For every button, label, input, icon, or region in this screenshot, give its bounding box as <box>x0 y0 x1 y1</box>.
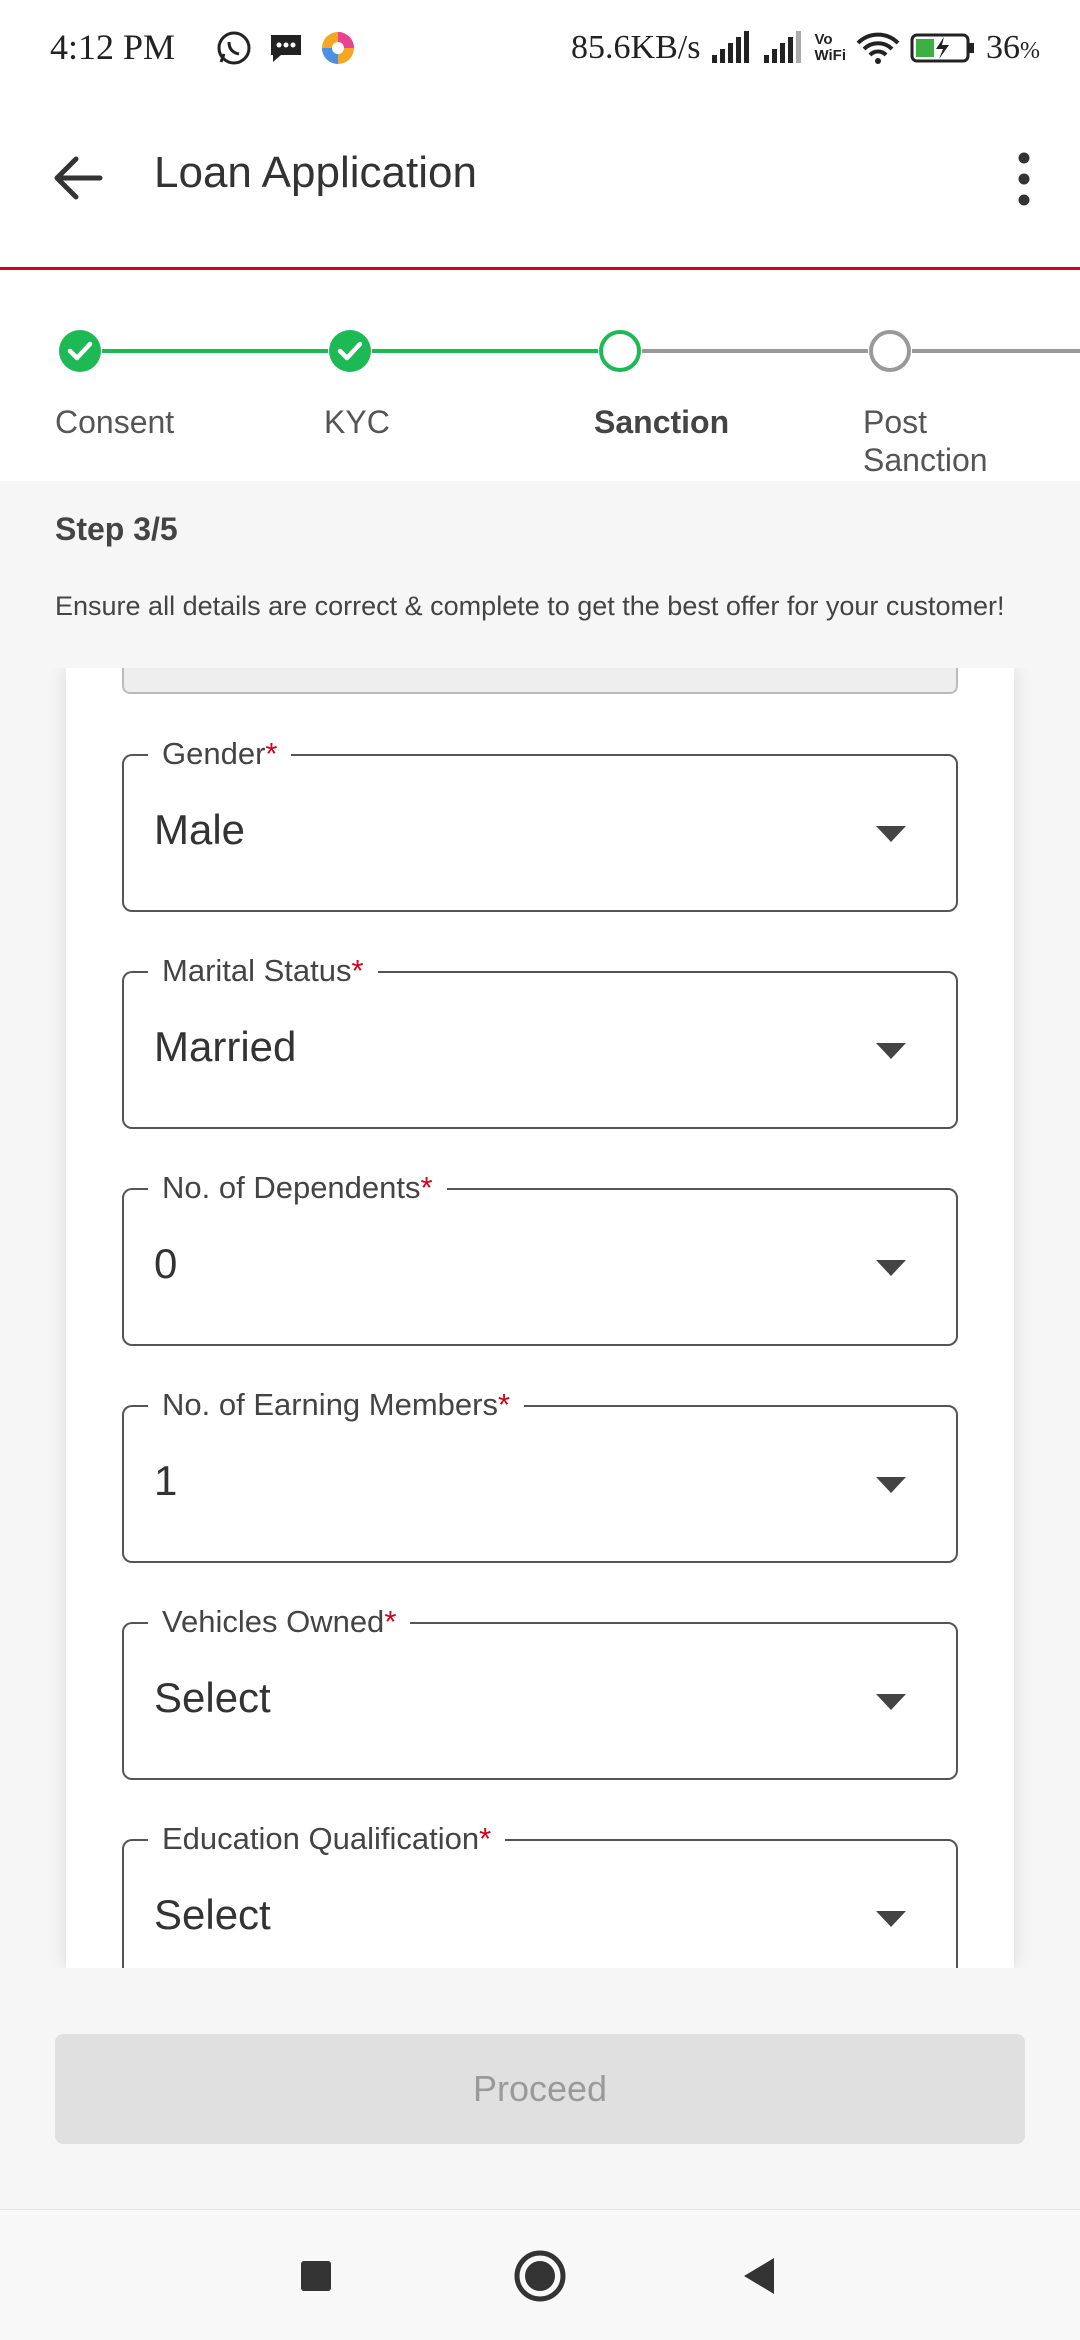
chevron-down-icon <box>876 1477 906 1493</box>
step-connector-completed <box>372 349 598 353</box>
step-label-post-sanction: Post Sanction <box>863 404 988 478</box>
app-bar: Loan Application <box>0 96 1080 270</box>
notification-icons <box>215 30 357 70</box>
back-arrow-icon <box>54 156 103 200</box>
marital-status-dropdown[interactable]: Marital Status* Married <box>122 949 958 1129</box>
earning-members-label: No. of Earning Members* <box>148 1383 525 1427</box>
education-label: Education Qualification* <box>148 1817 506 1861</box>
education-value: Select <box>154 1891 271 1938</box>
chevron-down-icon <box>876 1043 906 1059</box>
recents-button[interactable] <box>286 2246 346 2306</box>
step-kyc-check-icon <box>328 329 372 373</box>
home-button[interactable] <box>510 2246 570 2306</box>
chevron-down-icon <box>876 1694 906 1710</box>
wifi-icon <box>856 31 900 65</box>
circle-icon <box>514 2250 566 2302</box>
browser-icon <box>319 29 357 72</box>
square-icon <box>301 2261 331 2291</box>
vehicles-owned-label: Vehicles Owned* <box>148 1600 411 1644</box>
step-label-kyc: KYC <box>324 404 390 440</box>
form-scroll-area[interactable]: Gender* Male Marital Status* Married No.… <box>0 668 1080 1968</box>
vowifi-icon: Vo WiFi <box>814 31 846 64</box>
progress-stepper: Consent KYC Sanction Post Sanction <box>0 273 1080 481</box>
vehicles-owned-value: Select <box>154 1674 271 1721</box>
step-count: Step 3/5 <box>55 511 178 547</box>
chevron-down-icon <box>876 826 906 842</box>
earning-members-value: 1 <box>154 1457 178 1504</box>
step-info-panel: Step 3/5 Ensure all details are correct … <box>0 481 1080 668</box>
more-options-button[interactable] <box>994 144 1054 214</box>
gender-value: Male <box>154 806 246 853</box>
back-nav-button[interactable] <box>730 2246 790 2306</box>
chevron-down-icon <box>876 1260 906 1276</box>
system-nav-bar <box>0 2210 1080 2340</box>
battery-percent: 36% <box>986 29 1040 66</box>
marital-status-label: Marital Status* <box>148 949 378 993</box>
step-connector-pending <box>642 349 868 353</box>
network-speed: 85.6KB/s <box>571 29 701 66</box>
education-dropdown[interactable]: Education Qualification* Select <box>122 1817 958 1968</box>
signal-2-icon <box>762 31 804 65</box>
gender-dropdown[interactable]: Gender* Male <box>122 732 958 912</box>
step-connector-completed <box>102 349 328 353</box>
vehicles-owned-dropdown[interactable]: Vehicles Owned* Select <box>122 1600 958 1780</box>
step-description: Ensure all details are correct & complet… <box>55 591 1005 621</box>
form-card: Gender* Male Marital Status* Married No.… <box>66 668 1014 1968</box>
battery-icon <box>910 31 976 65</box>
chevron-down-icon <box>876 1911 906 1927</box>
step-label-consent: Consent <box>55 404 175 440</box>
signal-1-icon <box>710 31 752 65</box>
status-right-group: 85.6KB/s Vo WiFi 36% <box>571 26 1040 70</box>
status-time: 4:12 PM <box>50 27 176 67</box>
step-consent-check-icon <box>58 329 102 373</box>
messages-icon <box>267 29 305 72</box>
triangle-back-icon <box>744 2258 774 2294</box>
step-sanction-active-icon <box>598 329 642 373</box>
bottom-action-bar: Proceed <box>0 1968 1080 2210</box>
status-bar: 4:12 PM 85.6KB/s Vo WiFi 36% <box>0 0 1080 96</box>
previous-field-partial[interactable] <box>122 668 958 694</box>
dependents-label: No. of Dependents* <box>148 1166 447 1210</box>
gender-label: Gender* <box>148 732 292 776</box>
more-vertical-icon <box>1018 152 1030 206</box>
step-connector-pending <box>912 349 1080 353</box>
back-button[interactable] <box>46 146 110 210</box>
dependents-dropdown[interactable]: No. of Dependents* 0 <box>122 1166 958 1346</box>
page-title: Loan Application <box>154 148 477 197</box>
step-label-sanction: Sanction <box>594 404 730 440</box>
step-post-sanction-pending-icon <box>868 329 912 373</box>
marital-status-value: Married <box>154 1023 297 1070</box>
earning-members-dropdown[interactable]: No. of Earning Members* 1 <box>122 1383 958 1563</box>
whatsapp-icon <box>215 29 253 72</box>
proceed-button[interactable]: Proceed <box>55 2034 1025 2144</box>
dependents-value: 0 <box>154 1240 178 1287</box>
